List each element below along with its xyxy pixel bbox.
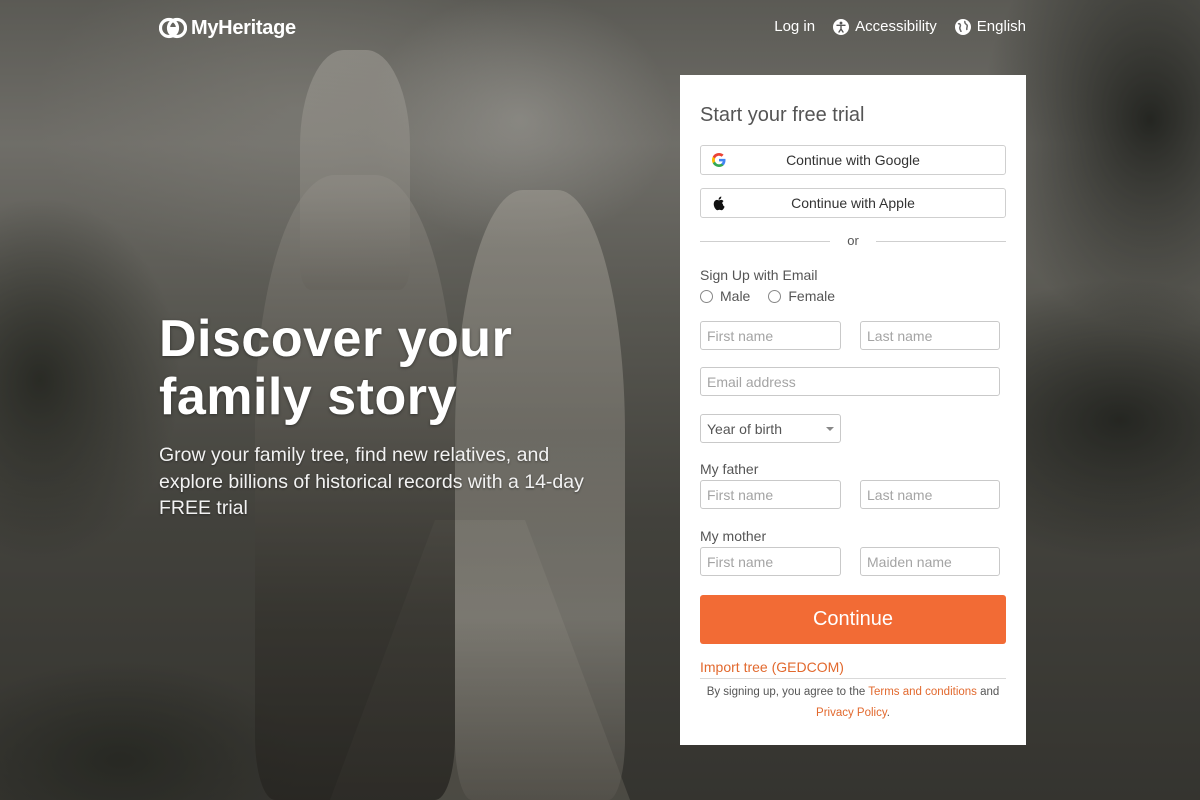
- continue-button[interactable]: Continue: [700, 595, 1006, 644]
- email-section-label: Sign Up with Email: [700, 267, 818, 283]
- year-of-birth-label: Year of birth: [707, 420, 782, 437]
- gender-male-label: Male: [720, 288, 751, 304]
- signup-card: Start your free trial Continue with Goog…: [680, 75, 1026, 745]
- gender-radio-group: Male Female: [700, 288, 835, 304]
- hero: Discover your family story Grow your fam…: [159, 310, 599, 522]
- privacy-policy-link[interactable]: Privacy Policy: [816, 707, 887, 719]
- legal-notice: By signing up, you agree to the Terms an…: [700, 682, 1006, 724]
- continue-with-apple-button[interactable]: Continue with Apple: [700, 188, 1006, 218]
- father-last-name-field[interactable]: [860, 480, 1000, 509]
- apple-button-label: Continue with Apple: [791, 195, 915, 211]
- myheritage-logo-icon: [159, 15, 187, 41]
- legal-and: and: [980, 686, 1000, 698]
- logo-text: MyHeritage: [191, 16, 296, 39]
- import-gedcom-link[interactable]: Import tree (GEDCOM): [700, 659, 1006, 679]
- chevron-down-icon: [826, 426, 834, 431]
- top-nav: Log in Accessibility English: [774, 18, 1026, 35]
- accessibility-icon: [833, 18, 850, 35]
- hero-title-line2: family story: [159, 368, 457, 426]
- radio-circle: [700, 289, 713, 303]
- header: MyHeritage Log in Accessibility English: [0, 0, 1200, 56]
- email-field[interactable]: [700, 367, 1000, 396]
- or-divider: or: [700, 233, 1006, 249]
- mother-maiden-name-field[interactable]: [860, 547, 1000, 576]
- logo[interactable]: MyHeritage: [159, 15, 296, 41]
- gender-female-label: Female: [788, 288, 836, 304]
- login-link[interactable]: Log in: [774, 18, 815, 35]
- hero-subtitle: Grow your family tree, find new relative…: [159, 444, 584, 519]
- mother-first-name-field[interactable]: [700, 547, 841, 576]
- first-name-field[interactable]: [700, 321, 841, 350]
- language-selector[interactable]: English: [954, 18, 1026, 35]
- gender-female-radio[interactable]: Female: [768, 288, 835, 304]
- accessibility-link[interactable]: Accessibility: [833, 18, 937, 35]
- year-of-birth-select[interactable]: Year of birth: [700, 414, 841, 443]
- gender-male-radio[interactable]: Male: [700, 288, 750, 304]
- signup-title: Start your free trial: [700, 104, 865, 126]
- father-first-name-field[interactable]: [700, 480, 841, 509]
- globe-icon: [954, 18, 971, 35]
- last-name-field[interactable]: [860, 321, 1000, 350]
- divider-line-right: [876, 241, 1006, 242]
- hero-title: Discover your family story: [159, 310, 599, 426]
- google-button-label: Continue with Google: [786, 152, 920, 168]
- radio-circle: [768, 289, 782, 303]
- language-label: English: [976, 18, 1026, 35]
- accessibility-label: Accessibility: [855, 18, 937, 35]
- terms-link[interactable]: Terms and conditions: [868, 686, 977, 698]
- mother-section-label: My mother: [700, 528, 767, 544]
- login-label: Log in: [774, 18, 816, 35]
- google-g-icon: [711, 152, 727, 168]
- hero-title-line1: Discover your: [159, 310, 513, 368]
- continue-with-google-button[interactable]: Continue with Google: [700, 145, 1006, 175]
- legal-prefix: By signing up, you agree to the: [706, 686, 866, 698]
- apple-icon: [711, 195, 727, 211]
- legal-suffix: .: [886, 707, 890, 719]
- father-section-label: My father: [700, 461, 759, 477]
